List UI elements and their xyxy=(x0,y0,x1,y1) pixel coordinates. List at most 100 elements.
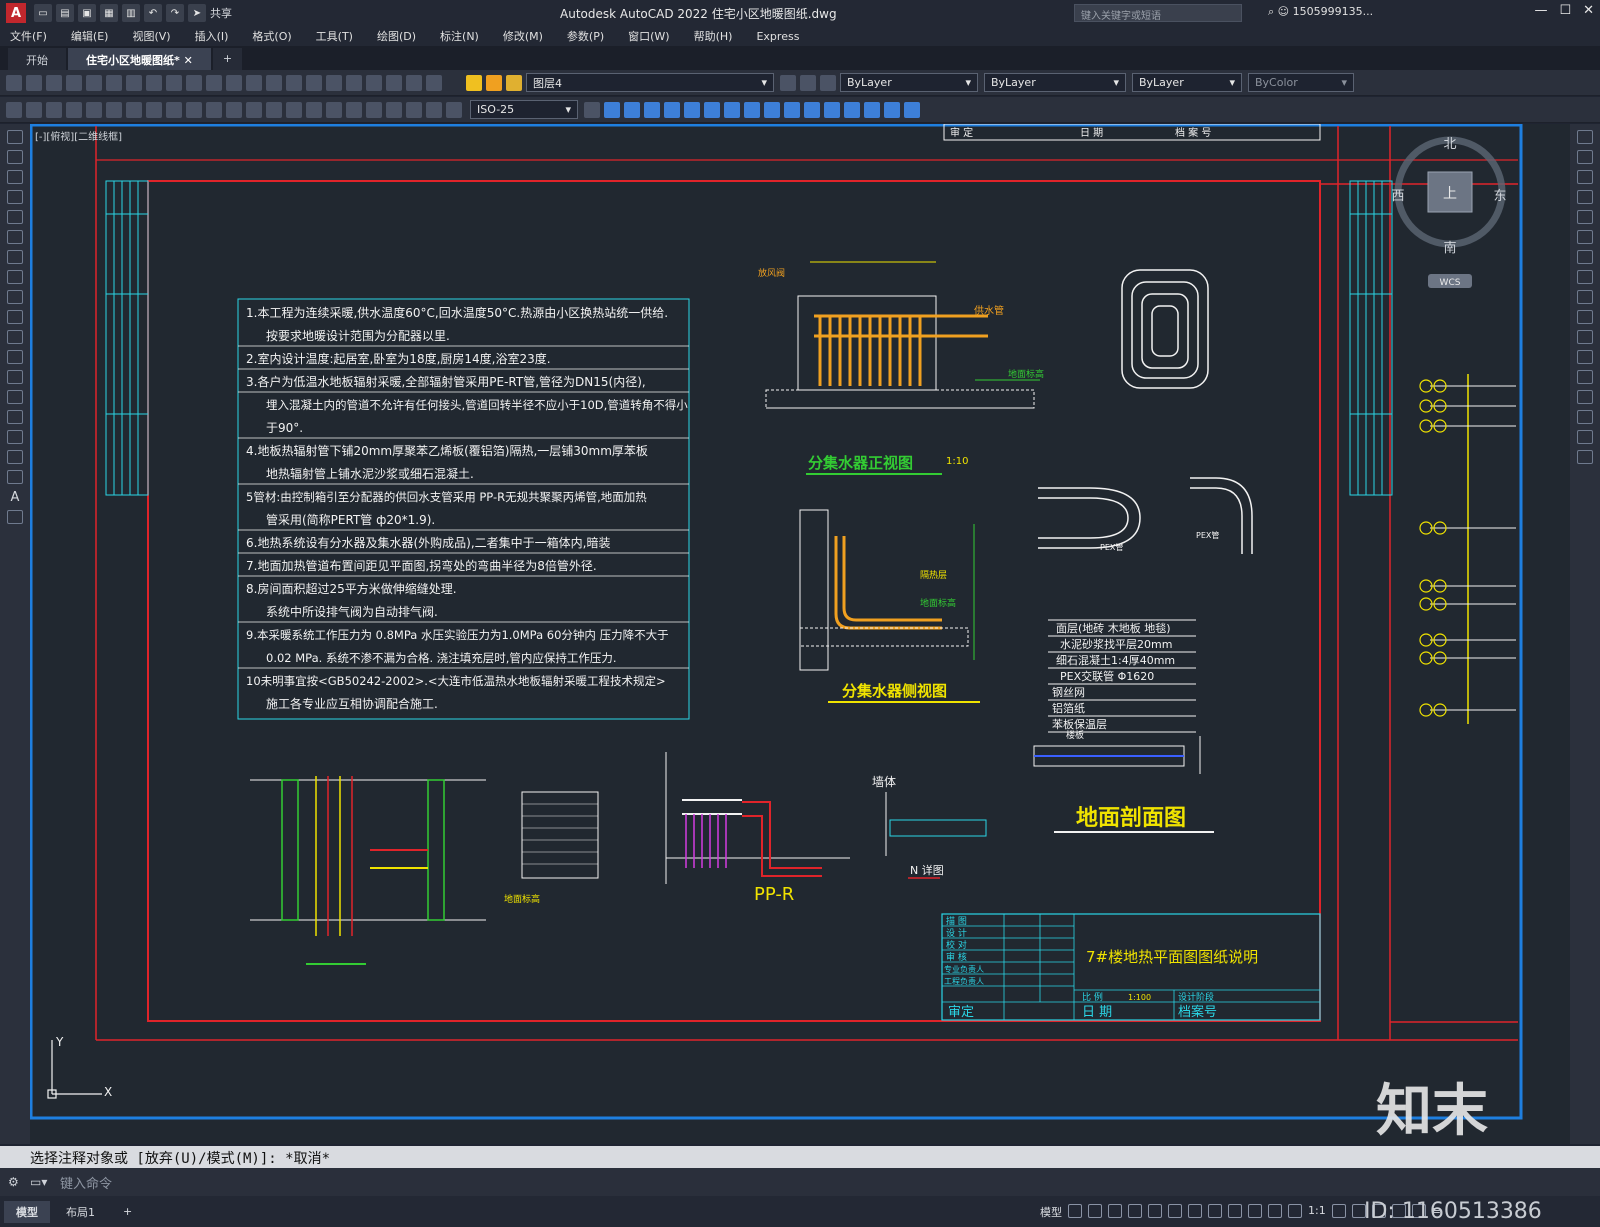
construction-line-icon[interactable] xyxy=(7,150,23,164)
preview-icon[interactable] xyxy=(86,74,102,91)
menu-view[interactable]: 视图(V) xyxy=(132,28,170,44)
pan-icon[interactable] xyxy=(246,74,262,91)
copy-icon[interactable] xyxy=(1577,150,1593,164)
break-dim-icon[interactable] xyxy=(306,101,322,118)
rotate-icon[interactable] xyxy=(1577,250,1593,264)
zoom-icon[interactable] xyxy=(266,74,282,91)
search-input[interactable]: 键入关键字或短语 xyxy=(1074,4,1242,22)
draw-tool-icon[interactable] xyxy=(46,101,62,118)
modify-tool-icon[interactable] xyxy=(644,101,660,118)
fillet-icon[interactable] xyxy=(1577,410,1593,424)
stretch-icon[interactable] xyxy=(1577,290,1593,304)
maximize-icon[interactable]: ☐ xyxy=(1559,3,1571,18)
chamfer-icon[interactable] xyxy=(1577,390,1593,404)
modify-tool-icon[interactable] xyxy=(664,101,680,118)
center-mark-icon[interactable] xyxy=(346,101,362,118)
auto-scale-icon[interactable] xyxy=(1288,1204,1302,1218)
viewcube-north[interactable]: 北 xyxy=(1443,137,1456,152)
viewcube-top[interactable]: 上 xyxy=(1443,186,1457,202)
viewcube-west[interactable]: 西 xyxy=(1391,189,1404,204)
modify-tool-icon[interactable] xyxy=(824,101,840,118)
polar-icon[interactable] xyxy=(1128,1204,1142,1218)
tool-palette-icon[interactable] xyxy=(346,74,362,91)
polyline-icon[interactable] xyxy=(7,170,23,184)
model-space-toggle[interactable]: 模型 xyxy=(1040,1204,1062,1220)
modify-tool-icon[interactable] xyxy=(884,101,900,118)
share-label[interactable]: 共享 xyxy=(210,5,232,21)
menu-insert[interactable]: 插入(I) xyxy=(195,28,229,44)
new-icon[interactable]: ▭ xyxy=(34,4,52,22)
calculator-icon[interactable] xyxy=(406,74,422,91)
transparency-icon[interactable] xyxy=(1228,1204,1242,1218)
layer-properties-icon[interactable] xyxy=(780,74,796,91)
lineweight-dropdown[interactable]: ByLayer ▾ xyxy=(1132,73,1242,92)
multiline-text-icon[interactable]: A xyxy=(7,490,23,505)
menu-modify[interactable]: 修改(M) xyxy=(503,28,543,44)
open-icon[interactable] xyxy=(26,74,42,91)
plotstyle-dropdown[interactable]: ByColor ▾ xyxy=(1248,73,1354,92)
ellipse-icon[interactable] xyxy=(7,310,23,324)
ellipse-arc-icon[interactable] xyxy=(7,330,23,344)
share-icon[interactable]: ➤ xyxy=(188,4,206,22)
dim-style-icon[interactable] xyxy=(584,101,600,118)
autocad-logo[interactable]: A xyxy=(6,3,26,23)
modify-tool-icon[interactable] xyxy=(764,101,780,118)
cut-icon[interactable] xyxy=(126,74,142,91)
menu-help[interactable]: 帮助(H) xyxy=(694,28,733,44)
menu-format[interactable]: 格式(O) xyxy=(252,28,291,44)
menu-edit[interactable]: 编辑(E) xyxy=(71,28,109,44)
dim-update-icon[interactable] xyxy=(446,101,462,118)
open-icon[interactable]: ▤ xyxy=(56,4,74,22)
paste-icon[interactable] xyxy=(166,74,182,91)
modify-tool-icon[interactable] xyxy=(744,101,760,118)
insert-block-icon[interactable] xyxy=(7,350,23,364)
jogged-dim-icon[interactable] xyxy=(166,101,182,118)
polygon-icon[interactable] xyxy=(7,190,23,204)
color-dropdown[interactable]: ByLayer ▾ xyxy=(840,73,978,92)
snap-icon[interactable] xyxy=(1088,1204,1102,1218)
baseline-dim-icon[interactable] xyxy=(246,101,262,118)
redo-icon[interactable]: ↷ xyxy=(166,4,184,22)
selection-cycling-icon[interactable] xyxy=(1248,1204,1262,1218)
modify-tool-icon[interactable] xyxy=(904,101,920,118)
ordinate-dim-icon[interactable] xyxy=(126,101,142,118)
revision-cloud-icon[interactable] xyxy=(7,270,23,284)
markup-icon[interactable] xyxy=(386,74,402,91)
annotation-scale[interactable]: 1:1 xyxy=(1308,1204,1326,1220)
minimize-icon[interactable]: — xyxy=(1534,3,1547,18)
region-icon[interactable] xyxy=(7,450,23,464)
inspect-icon[interactable] xyxy=(366,101,382,118)
draw-tool-icon[interactable] xyxy=(26,101,42,118)
save-icon[interactable]: ▣ xyxy=(78,4,96,22)
diameter-dim-icon[interactable] xyxy=(186,101,202,118)
customize-icon[interactable]: ⚙ xyxy=(8,1175,19,1189)
search-icon[interactable]: ⌕ xyxy=(1268,5,1274,18)
spline-icon[interactable] xyxy=(7,290,23,304)
linetype-dropdown[interactable]: ByLayer ▾ xyxy=(984,73,1126,92)
tab-model[interactable]: 模型 xyxy=(4,1200,50,1223)
layer-states-icon[interactable] xyxy=(820,74,836,91)
wcs-menu[interactable]: WCS xyxy=(1440,278,1461,288)
workspace-icon[interactable] xyxy=(1331,1204,1346,1218)
erase-icon[interactable] xyxy=(1577,130,1593,144)
viewcube-south[interactable]: 南 xyxy=(1443,240,1456,256)
new-tab-button[interactable]: + xyxy=(212,48,243,70)
recent-commands-icon[interactable]: ▭▾ xyxy=(30,1175,47,1189)
modify-tool-icon[interactable] xyxy=(844,101,860,118)
move-icon[interactable] xyxy=(1577,230,1593,244)
osnap-icon[interactable] xyxy=(1188,1204,1202,1218)
viewcube-east[interactable]: 东 xyxy=(1493,189,1506,204)
dim-text-edit-icon[interactable] xyxy=(426,101,442,118)
modify-tool-icon[interactable] xyxy=(604,101,620,118)
tab-layout1[interactable]: 布局1 xyxy=(54,1201,107,1223)
plot-icon[interactable] xyxy=(66,74,82,91)
offset-icon[interactable] xyxy=(1577,190,1593,204)
isodraft-icon[interactable] xyxy=(1148,1204,1162,1218)
menu-file[interactable]: 文件(F) xyxy=(10,28,47,44)
undo-icon[interactable]: ↶ xyxy=(144,4,162,22)
join-icon[interactable] xyxy=(1577,370,1593,384)
sheet-set-icon[interactable] xyxy=(366,74,382,91)
lineweight-icon[interactable] xyxy=(1208,1204,1222,1218)
scale-icon[interactable] xyxy=(1577,270,1593,284)
ortho-icon[interactable] xyxy=(1108,1204,1122,1218)
